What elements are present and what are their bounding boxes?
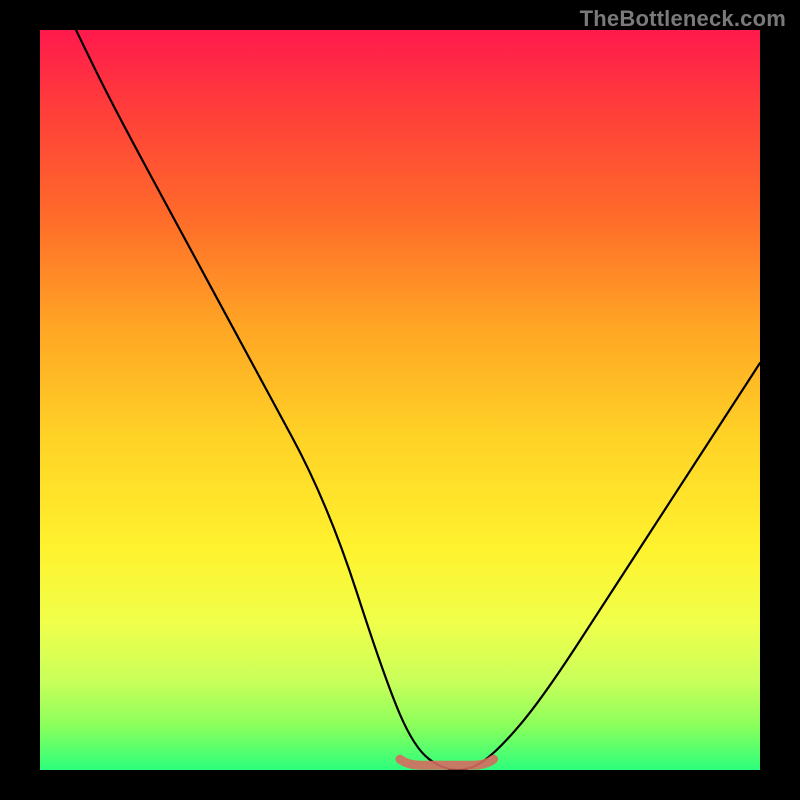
chart-svg — [40, 30, 760, 770]
sweet-spot-marker — [400, 759, 494, 765]
plot-area — [40, 30, 760, 770]
chart-frame: TheBottleneck.com — [0, 0, 800, 800]
bottleneck-curve-line — [76, 30, 760, 770]
watermark-text: TheBottleneck.com — [580, 6, 786, 32]
